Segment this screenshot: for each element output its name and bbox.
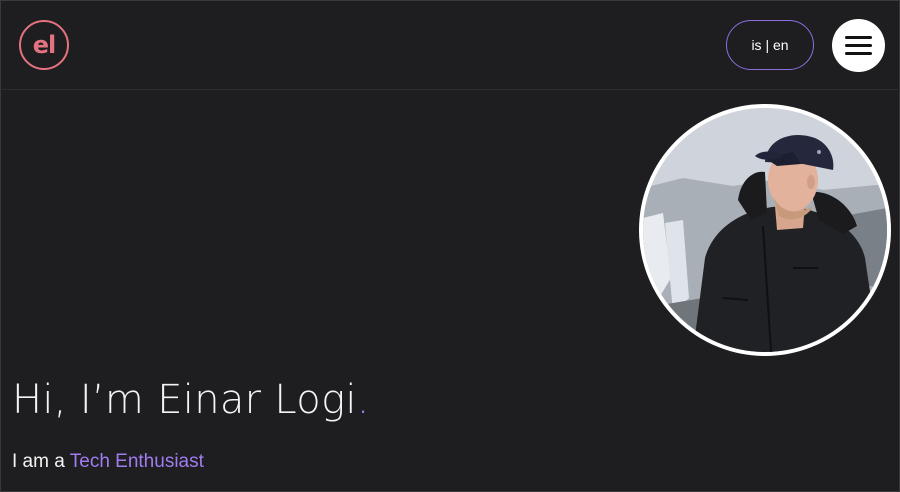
site-header: el is | en — [0, 0, 900, 90]
profile-photo — [643, 108, 887, 352]
menu-button[interactable] — [832, 19, 885, 72]
logo-link[interactable]: el — [19, 20, 69, 70]
hamburger-menu-icon-bar — [845, 52, 872, 55]
hero-greeting: Hi, I’m Einar Logi. — [12, 372, 370, 428]
greeting-text: Hi, I’m Einar Logi — [12, 377, 357, 423]
role-text: Tech Enthusiast — [69, 451, 204, 472]
profile-avatar — [639, 104, 891, 356]
hamburger-menu-icon-bar — [845, 44, 872, 47]
language-switch-button[interactable]: is | en — [726, 20, 814, 70]
intro-prefix: I am a — [12, 451, 65, 472]
greeting-accent-dot: . — [356, 377, 370, 423]
hero-intro: I am a Tech Enthusiast — [12, 450, 204, 474]
hamburger-menu-icon — [845, 36, 872, 39]
